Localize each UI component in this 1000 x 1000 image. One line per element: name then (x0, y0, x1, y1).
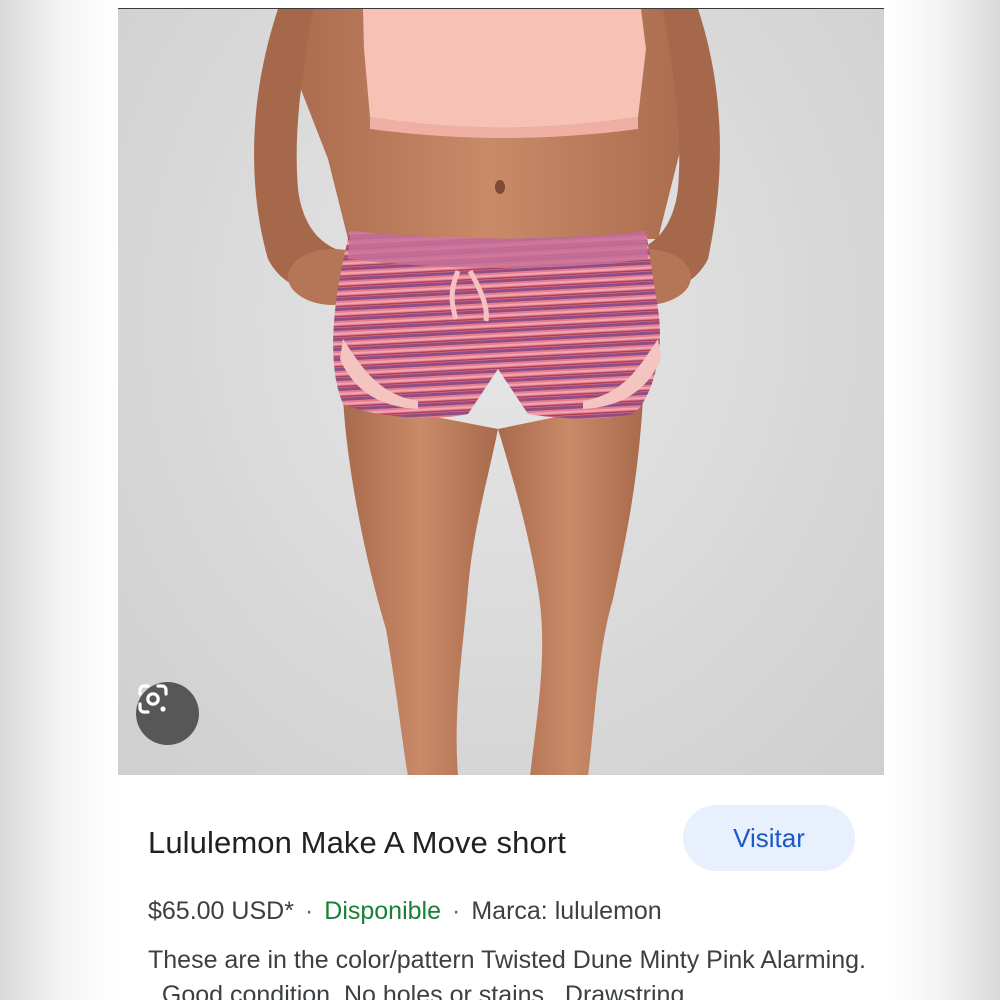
availability-status: Disponible (324, 897, 442, 925)
product-photo-illustration (254, 9, 720, 776)
meta-separator: · (452, 897, 461, 925)
product-card: Lululemon Make A Move short Visitar $65.… (118, 8, 884, 1000)
meta-separator: · (304, 897, 314, 925)
google-lens-button[interactable] (136, 682, 199, 745)
product-description: These are in the color/pattern Twisted D… (148, 946, 866, 1000)
product-meta: $65.00 USD* · Disponible · Marca: lululemon (148, 897, 662, 926)
product-info-panel: Lululemon Make A Move short Visitar $65.… (118, 775, 884, 1000)
product-price: $65.00 USD* (148, 897, 294, 925)
product-brand: Marca: lululemon (471, 897, 662, 925)
google-lens-icon (138, 684, 168, 714)
visit-button[interactable]: Visitar (683, 805, 855, 871)
product-title[interactable]: Lululemon Make A Move short (148, 825, 566, 861)
product-image[interactable] (118, 8, 884, 776)
